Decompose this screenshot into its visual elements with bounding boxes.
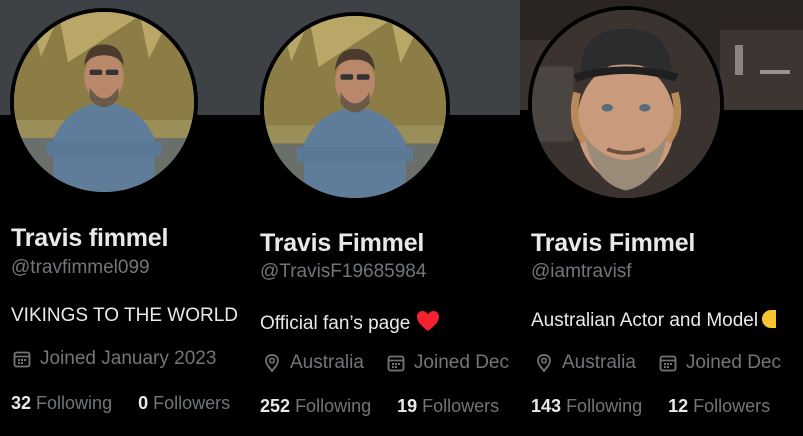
- profile-bio: Australian Actor and Model: [531, 310, 777, 332]
- following-link[interactable]: 32 Following: [11, 393, 112, 413]
- followers-link[interactable]: 19 Followers: [397, 396, 499, 416]
- followers-label: Followers: [422, 396, 500, 416]
- follow-stats: 32 Following 0 Followers: [11, 393, 230, 414]
- profile-avatar[interactable]: [260, 12, 450, 202]
- joined-date: Joined Dec: [685, 352, 781, 373]
- display-name[interactable]: Travis Fimmel: [531, 229, 695, 258]
- following-count: 143: [531, 396, 562, 416]
- calendar-icon: [12, 349, 32, 369]
- calendar-icon: [658, 353, 678, 373]
- profile-meta: Australia Joined Dec: [534, 352, 781, 374]
- profile-bio: VIKINGS TO THE WORLD: [11, 305, 238, 326]
- profile-card-2: Travis Fimmel @TravisF19685984 Official …: [256, 0, 520, 436]
- profile-bio: Official fan’s page: [260, 310, 440, 335]
- following-link[interactable]: 252 Following: [260, 396, 371, 416]
- joined-date: Joined January 2023: [40, 348, 217, 369]
- profile-meta: Joined January 2023: [12, 348, 216, 370]
- heart-icon: [416, 310, 440, 332]
- emoji-icon: [762, 310, 777, 328]
- calendar-icon: [386, 353, 406, 373]
- followers-count: 0: [138, 393, 149, 413]
- profile-handle: @travfimmel099: [11, 257, 150, 278]
- profile-card-1: Travis fimmel @travfimmel099 VIKINGS TO …: [0, 0, 256, 436]
- followers-link[interactable]: 0 Followers: [138, 393, 230, 413]
- following-count: 32: [11, 393, 32, 413]
- bio-text: Australian Actor and Model: [531, 310, 759, 331]
- location-icon: [262, 353, 282, 373]
- joined-date: Joined Dec: [413, 352, 509, 373]
- followers-count: 12: [668, 396, 689, 416]
- follow-stats: 252 Following 19 Followers: [260, 396, 499, 417]
- profile-avatar[interactable]: [10, 8, 198, 196]
- profile-handle: @iamtravisf: [531, 261, 632, 282]
- followers-link[interactable]: 12 Followers: [668, 396, 770, 416]
- location-text: Australia: [562, 352, 636, 373]
- following-label: Following: [566, 396, 643, 416]
- location-icon: [534, 353, 554, 373]
- following-link[interactable]: 143 Following: [531, 396, 642, 416]
- follow-stats: 143 Following 12 Followers: [531, 396, 770, 417]
- display-name[interactable]: Travis Fimmel: [260, 229, 424, 258]
- following-label: Following: [295, 396, 372, 416]
- location-text: Australia: [290, 352, 364, 373]
- following-count: 252: [260, 396, 291, 416]
- following-label: Following: [36, 393, 113, 413]
- display-name[interactable]: Travis fimmel: [11, 224, 168, 253]
- profile-meta: Australia Joined Dec: [262, 352, 509, 374]
- followers-label: Followers: [693, 396, 771, 416]
- followers-count: 19: [397, 396, 418, 416]
- followers-label: Followers: [153, 393, 231, 413]
- profile-card-3: Travis Fimmel @iamtravisf Australian Act…: [520, 0, 803, 436]
- profile-handle: @TravisF19685984: [260, 261, 427, 282]
- bio-text: Official fan’s page: [260, 313, 411, 334]
- profile-avatar[interactable]: [528, 6, 724, 202]
